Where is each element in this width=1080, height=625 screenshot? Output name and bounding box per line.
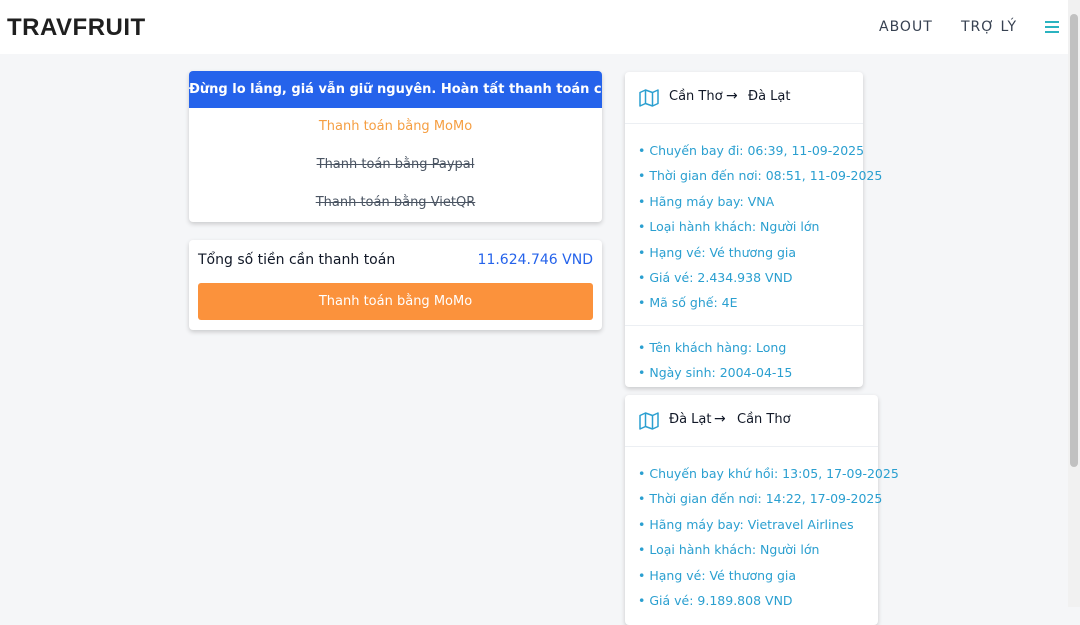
detail-passenger-type: Loại hành khách: Người lớn	[625, 537, 878, 562]
payment-method-header: Đừng lo lắng, giá vẫn giữ nguyên. Hoàn t…	[189, 71, 602, 108]
flight-details: Chuyến bay khứ hồi: 13:05, 17-09-2025 Th…	[625, 447, 898, 613]
detail-airline: Hãng máy bay: Vietravel Airlines	[625, 512, 878, 537]
pay-momo-button[interactable]: Thanh toán bằng MoMo	[198, 283, 593, 320]
map-icon	[639, 89, 659, 107]
payment-method-card: Đừng lo lắng, giá vẫn giữ nguyên. Hoàn t…	[189, 71, 602, 222]
detail-passenger-type: Loại hành khách: Người lớn	[625, 214, 863, 239]
route-destination: Đà Lạt	[748, 89, 791, 104]
arrow-right-icon: →	[714, 411, 726, 427]
total-amount: 11.624.746 VND	[477, 252, 593, 268]
total-label: Tổng số tiền cần thanh toán	[198, 252, 396, 268]
site-logo[interactable]: TRAVFRUIT	[7, 14, 146, 42]
route-origin: Cần Thơ	[669, 89, 723, 104]
detail-return-departure: Chuyến bay khứ hồi: 13:05, 17-09-2025	[625, 461, 898, 486]
map-icon	[639, 412, 659, 430]
detail-airline: Hãng máy bay: VNA	[625, 189, 863, 214]
top-navbar: TRAVFRUIT ABOUT TRỢ LÝ	[0, 0, 1068, 54]
flight-details: Chuyến bay đi: 06:39, 11-09-2025 Thời gi…	[625, 124, 882, 386]
detail-ticket-price: Giá vé: 2.434.938 VND	[625, 265, 863, 290]
payment-option-momo[interactable]: Thanh toán bằng MoMo	[189, 108, 602, 146]
nav-link-about[interactable]: ABOUT	[879, 19, 933, 35]
detail-seat-number: Mã số ghế: 4E	[625, 290, 863, 315]
hamburger-menu-icon[interactable]	[1045, 21, 1059, 33]
detail-ticket-class: Hạng vé: Vé thương gia	[625, 563, 878, 588]
detail-customer-name: Tên khách hàng: Long	[625, 335, 863, 360]
return-flight-card: Đà Lạt → Cần Thơ Chuyến bay khứ hồi: 13:…	[625, 395, 899, 625]
detail-ticket-class: Hạng vé: Vé thương gia	[625, 240, 863, 265]
detail-birth-date: Ngày sinh: 2004-04-15	[625, 360, 863, 385]
detail-arrival: Thời gian đến nơi: 14:22, 17-09-2025	[625, 486, 882, 511]
page-scrollbar[interactable]	[1068, 0, 1080, 607]
nav-link-assistant[interactable]: TRỢ LÝ	[961, 19, 1017, 35]
flight-route-header: Đà Lạt → Cần Thơ	[625, 395, 878, 447]
payment-option-paypal: Thanh toán bằng Paypal	[316, 157, 475, 172]
detail-departure: Chuyến bay đi: 06:39, 11-09-2025	[625, 138, 864, 163]
divider	[625, 324, 863, 326]
flight-route-header: Cần Thơ → Đà Lạt	[625, 72, 863, 124]
detail-arrival: Thời gian đến nơi: 08:51, 11-09-2025	[625, 163, 882, 188]
total-payment-card: Tổng số tiền cần thanh toán 11.624.746 V…	[189, 240, 602, 330]
arrow-right-icon: →	[726, 88, 738, 104]
scrollbar-thumb[interactable]	[1070, 14, 1078, 467]
route-origin: Đà Lạt	[669, 412, 712, 427]
detail-ticket-price: Giá vé: 9.189.808 VND	[625, 588, 878, 613]
route-destination: Cần Thơ	[737, 412, 791, 427]
payment-option-vietqr: Thanh toán bằng VietQR	[315, 195, 476, 210]
outbound-flight-card: Cần Thơ → Đà Lạt Chuyến bay đi: 06:39, 1…	[625, 72, 882, 387]
